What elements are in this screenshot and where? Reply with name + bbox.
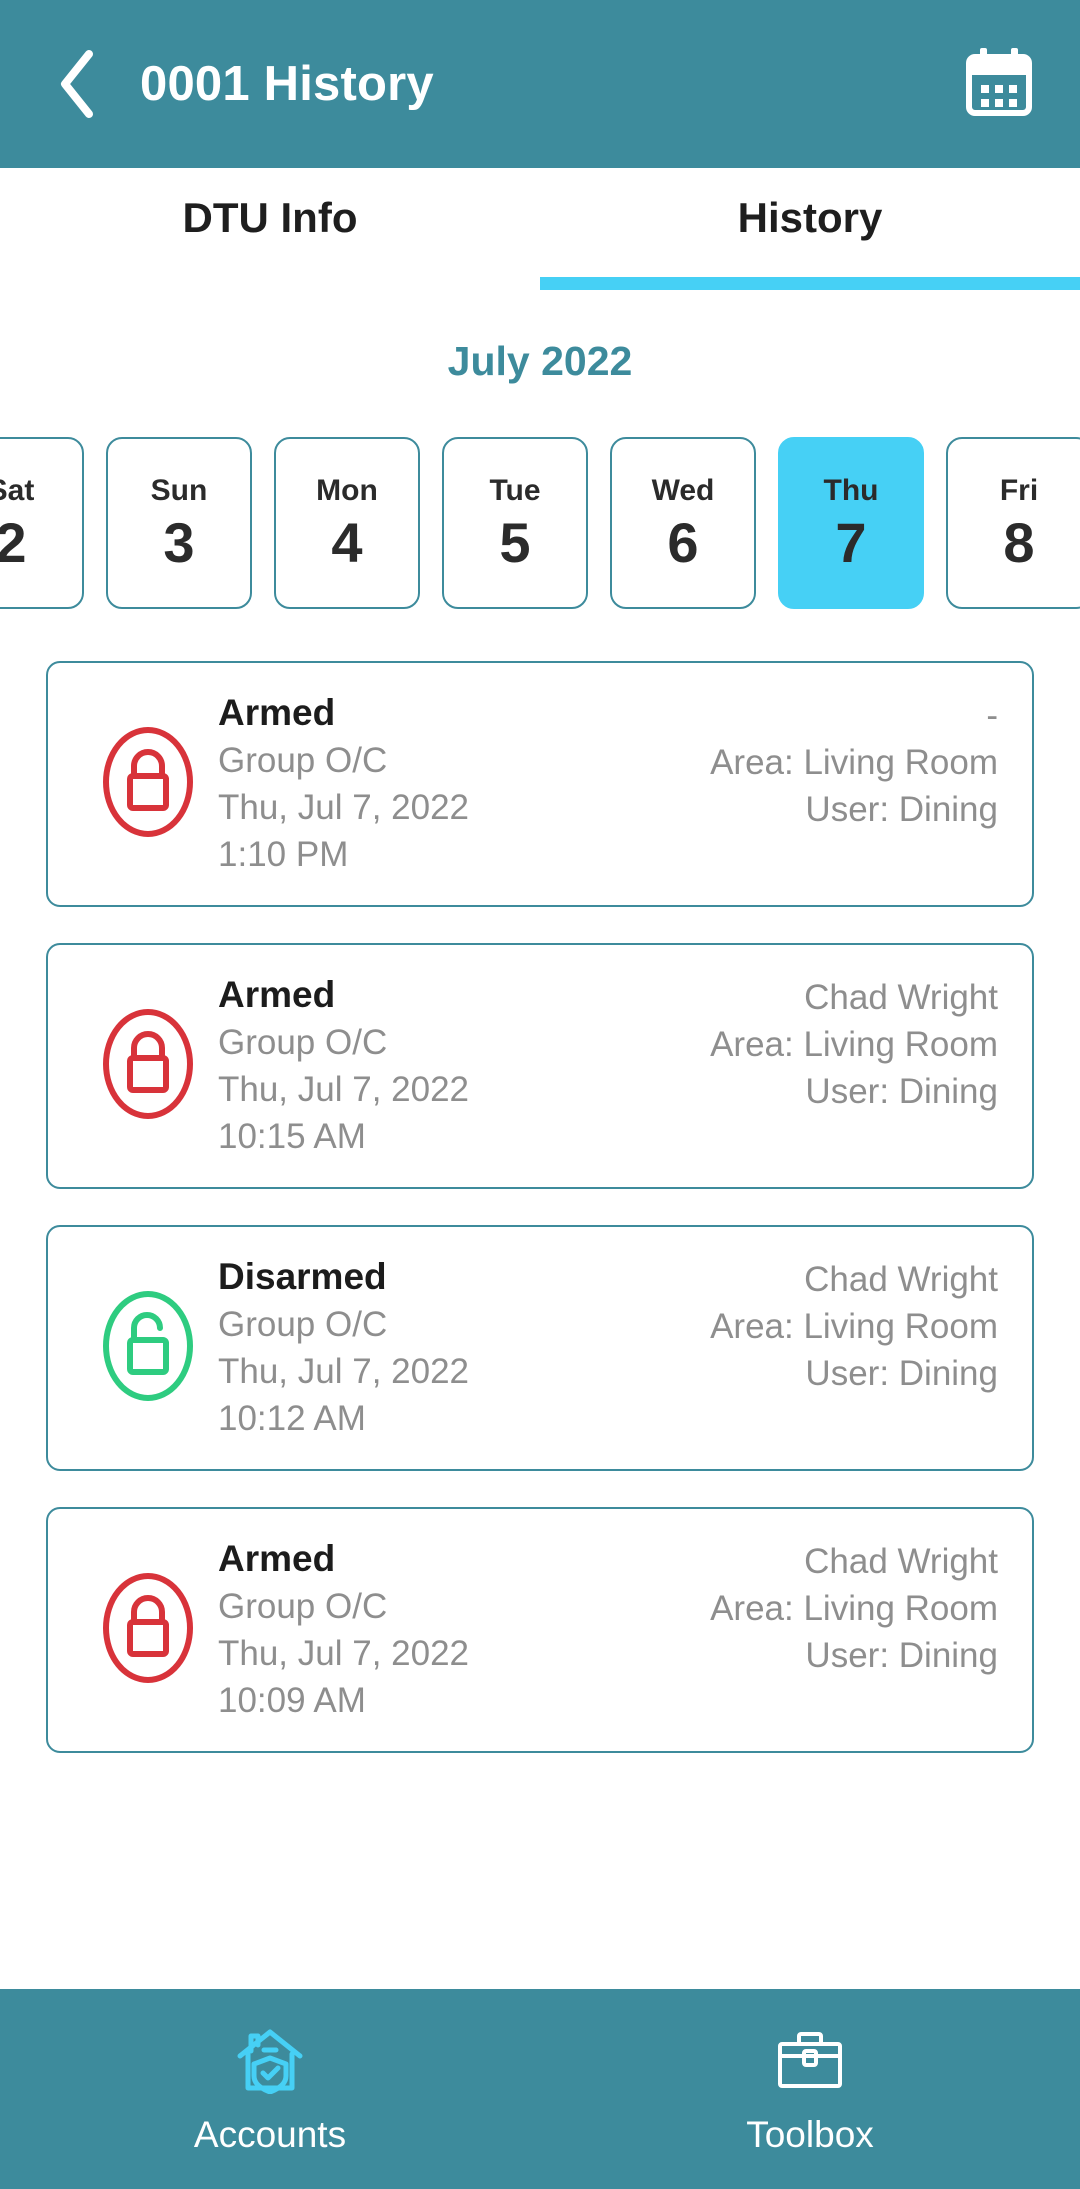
event-status: Armed	[218, 1538, 336, 1580]
day-number: 5	[499, 510, 531, 574]
event-user: User: Dining	[805, 789, 998, 829]
day-number: 3	[163, 510, 195, 574]
home-shield-icon	[236, 2022, 304, 2098]
event-secondary-info: Chad Wright Area: Living Room User: Dini…	[710, 1535, 998, 1680]
lock-closed-icon	[102, 1572, 194, 1689]
event-group: Group O/C	[218, 1305, 388, 1345]
day-name: Sat	[0, 473, 35, 507]
event-person: Chad Wright	[804, 978, 998, 1018]
tab-label: DTU Info	[182, 194, 358, 241]
event-person: Chad Wright	[804, 1542, 998, 1582]
tab-bar: DTU Info History	[0, 168, 1080, 290]
date-strip[interactable]: Sat 2 Sun 3 Mon 4 Tue 5 Wed 6 Thu 7 Fri …	[0, 385, 1080, 609]
day-number: 2	[0, 510, 27, 574]
event-person: -	[986, 696, 998, 735]
event-status-icon	[86, 726, 210, 843]
history-event-card[interactable]: Armed Group O/C Thu, Jul 7, 2022 10:15 A…	[46, 943, 1034, 1190]
calendar-icon	[966, 47, 1032, 122]
day-name: Thu	[823, 473, 879, 507]
event-person: Chad Wright	[804, 1260, 998, 1300]
event-area: Area: Living Room	[710, 1588, 998, 1628]
nav-item-toolbox[interactable]: Toolbox	[540, 1989, 1080, 2189]
event-body: Armed Group O/C Thu, Jul 7, 2022 10:09 A…	[210, 1535, 998, 1725]
app-header: 0001 History	[0, 0, 1080, 168]
day-card-mon[interactable]: Mon 4	[274, 437, 420, 609]
event-date: Thu, Jul 7, 2022	[218, 1070, 469, 1110]
event-status-icon	[86, 1572, 210, 1689]
day-name: Sun	[150, 473, 208, 507]
event-primary-info: Disarmed Group O/C Thu, Jul 7, 2022 10:1…	[218, 1253, 469, 1443]
day-card-fri[interactable]: Fri 8	[946, 437, 1080, 609]
nav-label: Toolbox	[746, 2114, 874, 2155]
history-screen: 0001 History DTU Info History July 2022 …	[0, 0, 1080, 2189]
event-time: 10:12 AM	[218, 1399, 366, 1439]
event-area: Area: Living Room	[710, 1306, 998, 1346]
lock-open-icon	[102, 1290, 194, 1407]
calendar-button[interactable]	[962, 47, 1036, 121]
event-time: 10:09 AM	[218, 1681, 366, 1721]
day-card-sat[interactable]: Sat 2	[0, 437, 84, 609]
day-name: Fri	[999, 473, 1039, 507]
event-group: Group O/C	[218, 1587, 388, 1627]
event-body: Disarmed Group O/C Thu, Jul 7, 2022 10:1…	[210, 1253, 998, 1443]
lock-closed-icon	[102, 726, 194, 843]
tab-label: History	[737, 194, 883, 241]
day-card-thu-selected[interactable]: Thu 7	[778, 437, 924, 609]
back-button[interactable]	[48, 47, 106, 121]
event-user: User: Dining	[805, 1635, 998, 1675]
briefcase-icon	[776, 2022, 844, 2098]
day-name: Tue	[489, 473, 541, 507]
chevron-left-icon	[55, 49, 99, 119]
day-card-wed[interactable]: Wed 6	[610, 437, 756, 609]
event-user: User: Dining	[805, 1353, 998, 1393]
nav-item-accounts[interactable]: Accounts	[0, 1989, 540, 2189]
event-time: 10:15 AM	[218, 1117, 366, 1157]
day-number: 7	[835, 510, 867, 574]
event-date: Thu, Jul 7, 2022	[218, 788, 469, 828]
day-card-sun[interactable]: Sun 3	[106, 437, 252, 609]
day-number: 8	[1003, 510, 1035, 574]
day-name: Wed	[651, 473, 715, 507]
event-body: Armed Group O/C Thu, Jul 7, 2022 10:15 A…	[210, 971, 998, 1161]
history-event-card[interactable]: Armed Group O/C Thu, Jul 7, 2022 10:09 A…	[46, 1507, 1034, 1754]
event-date: Thu, Jul 7, 2022	[218, 1352, 469, 1392]
day-number: 4	[331, 510, 363, 574]
day-card-tue[interactable]: Tue 5	[442, 437, 588, 609]
event-group: Group O/C	[218, 741, 388, 781]
event-status: Armed	[218, 692, 336, 733]
event-user: User: Dining	[805, 1071, 998, 1111]
event-primary-info: Armed Group O/C Thu, Jul 7, 2022 10:09 A…	[218, 1535, 469, 1725]
day-name: Mon	[316, 473, 378, 507]
event-status-icon	[86, 1008, 210, 1125]
history-event-card[interactable]: Disarmed Group O/C Thu, Jul 7, 2022 10:1…	[46, 1225, 1034, 1472]
tab-dtu-info[interactable]: DTU Info	[0, 168, 540, 290]
day-number: 6	[667, 510, 699, 574]
event-time: 1:10 PM	[218, 835, 349, 875]
event-status: Armed	[218, 974, 336, 1016]
event-date: Thu, Jul 7, 2022	[218, 1634, 469, 1674]
history-event-card[interactable]: Armed Group O/C Thu, Jul 7, 2022 1:10 PM…	[46, 661, 1034, 908]
event-status: Disarmed	[218, 1256, 387, 1298]
tab-history[interactable]: History	[540, 168, 1080, 290]
lock-closed-icon	[102, 1008, 194, 1125]
event-secondary-info: Chad Wright Area: Living Room User: Dini…	[710, 971, 998, 1116]
event-group: Group O/C	[218, 1023, 388, 1063]
month-label: July 2022	[447, 338, 633, 384]
tab-underline-active	[540, 277, 1080, 290]
event-secondary-info: Chad Wright Area: Living Room User: Dini…	[710, 1253, 998, 1398]
nav-label: Accounts	[193, 2114, 347, 2155]
event-status-icon	[86, 1290, 210, 1407]
event-secondary-info: - Area: Living Room User: Dining	[710, 689, 998, 834]
event-area: Area: Living Room	[710, 742, 998, 782]
event-primary-info: Armed Group O/C Thu, Jul 7, 2022 10:15 A…	[218, 971, 469, 1161]
bottom-navigation: Accounts Toolbox	[0, 1989, 1080, 2189]
event-area: Area: Living Room	[710, 1024, 998, 1064]
event-primary-info: Armed Group O/C Thu, Jul 7, 2022 1:10 PM	[218, 689, 469, 879]
event-body: Armed Group O/C Thu, Jul 7, 2022 1:10 PM…	[210, 689, 998, 879]
history-event-list: Armed Group O/C Thu, Jul 7, 2022 1:10 PM…	[0, 609, 1080, 1989]
page-title: 0001 History	[140, 57, 434, 111]
